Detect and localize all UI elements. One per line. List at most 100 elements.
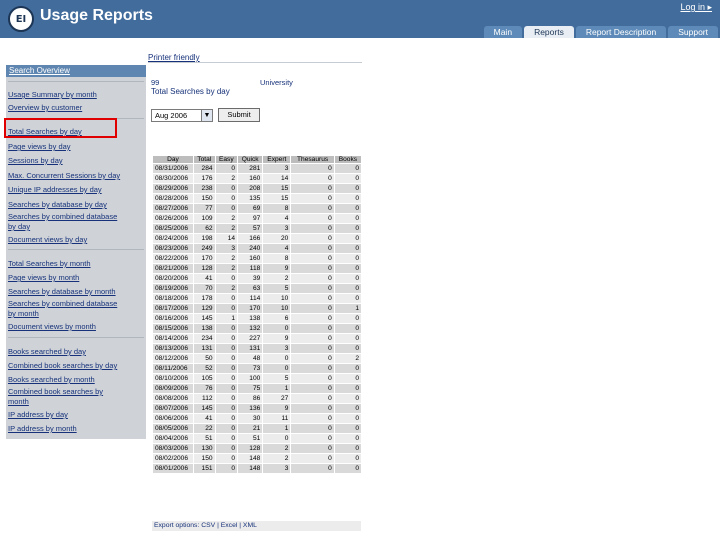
- table-cell: 0: [333, 413, 363, 424]
- table-body: 08/31/2006 284 0 281 3 0 0 08/30/2006 176 2 160 14 0…: [152, 163, 363, 474]
- sidebar-item-searches-combined-day-cont[interactable]: by day: [8, 222, 146, 232]
- table-row: 08/11/2006 52 0 73 0 0 0: [152, 363, 363, 374]
- table-cell: 150: [193, 193, 216, 204]
- table-cell: 227: [237, 333, 264, 344]
- table-cell: 0: [290, 193, 335, 204]
- table-cell: 0: [333, 293, 363, 304]
- table-cell: 0: [290, 183, 335, 194]
- sidebar-item-ip-address-month[interactable]: IP address by month: [8, 424, 146, 434]
- sidebar-item-document-views-month[interactable]: Document views by month: [8, 322, 146, 332]
- table-cell: 15: [262, 183, 292, 194]
- month-select[interactable]: Aug 2006 ▼: [151, 109, 213, 122]
- table-cell: 0: [290, 203, 335, 214]
- table-cell: 0: [333, 273, 363, 284]
- sidebar-item-document-views-day[interactable]: Document views by day: [8, 235, 146, 245]
- column-header: Books: [333, 155, 363, 164]
- tab-main[interactable]: Main: [483, 26, 523, 38]
- sidebar-item-overview-by-customer[interactable]: Overview by customer: [8, 103, 146, 113]
- export-options[interactable]: Export options: CSV | Excel | XML: [152, 521, 361, 531]
- table-cell: 0: [333, 243, 363, 254]
- table-cell: 39: [237, 273, 264, 284]
- table-cell: 148: [237, 463, 264, 474]
- table-cell: 41: [193, 413, 216, 424]
- sidebar-item-combined-book-day[interactable]: Combined book searches by day: [8, 361, 146, 371]
- sidebar-item-searches-database-day[interactable]: Searches by database by day: [8, 200, 146, 210]
- chevron-down-icon[interactable]: ▼: [201, 110, 212, 121]
- table-cell: 30: [237, 413, 264, 424]
- sidebar-item-page-views-day[interactable]: Page views by day: [8, 142, 146, 152]
- table-cell: 2: [214, 173, 239, 184]
- table-cell-day: 08/11/2006: [152, 363, 194, 374]
- login-link[interactable]: Log in ▸: [680, 2, 712, 13]
- table-cell: 166: [237, 233, 264, 244]
- table-cell: 0: [333, 333, 363, 344]
- sidebar-item-searches-combined-day[interactable]: Searches by combined database: [8, 212, 146, 222]
- table-cell: 0: [290, 253, 335, 264]
- sidebar-item-total-searches-month[interactable]: Total Searches by month: [8, 259, 146, 269]
- table-cell: 63: [237, 283, 264, 294]
- table-cell: 151: [193, 463, 216, 474]
- table-cell: 0: [214, 163, 239, 174]
- sidebar-item-books-searched-month[interactable]: Books searched by month: [8, 375, 146, 385]
- sidebar-item-searches-database-month[interactable]: Searches by database by month: [8, 287, 146, 297]
- table-cell: 0: [333, 433, 363, 444]
- table-cell: 0: [214, 423, 239, 434]
- table-cell: 240: [237, 243, 264, 254]
- logo-icon: EI: [8, 6, 34, 32]
- table-cell: 2: [214, 213, 239, 224]
- table-cell: 0: [333, 223, 363, 234]
- table-cell-day: 08/30/2006: [152, 173, 194, 184]
- table-cell: 3: [262, 463, 292, 474]
- tab-support[interactable]: Support: [668, 26, 718, 38]
- table-cell: 4: [262, 243, 292, 254]
- sidebar-item-usage-summary[interactable]: Usage Summary by month: [8, 90, 146, 100]
- column-header: Total: [193, 155, 216, 164]
- table-cell-day: 08/22/2006: [152, 253, 194, 264]
- sidebar-item-unique-ip-day[interactable]: Unique IP addresses by day: [8, 185, 146, 195]
- table-row: 08/21/2006 128 2 118 9 0 0: [152, 263, 363, 274]
- sidebar-item-sessions-day[interactable]: Sessions by day: [8, 156, 146, 166]
- tab-reports[interactable]: Reports: [524, 26, 574, 38]
- table-cell-day: 08/01/2006: [152, 463, 194, 474]
- sidebar-title[interactable]: Search Overview: [6, 65, 146, 77]
- table-cell: 0: [290, 303, 335, 314]
- table-cell: 284: [193, 163, 216, 174]
- sidebar-item-combined-book-month[interactable]: Combined book searches by: [8, 387, 146, 397]
- sidebar-item-ip-address-day[interactable]: IP address by day: [8, 410, 146, 420]
- table-cell-day: 08/27/2006: [152, 203, 194, 214]
- table-cell: 0: [262, 323, 292, 334]
- institution-id: 99: [151, 78, 160, 87]
- table-cell-day: 08/18/2006: [152, 293, 194, 304]
- table-cell: 0: [290, 413, 335, 424]
- sidebar-item-searches-combined-month[interactable]: Searches by combined database: [8, 299, 146, 309]
- table-cell: 249: [193, 243, 216, 254]
- table-cell: 0: [214, 463, 239, 474]
- table-cell: 75: [237, 383, 264, 394]
- divider: [8, 249, 144, 250]
- tab-report-description[interactable]: Report Description: [575, 26, 667, 38]
- table-row: 08/15/2006 138 0 132 0 0 0: [152, 323, 363, 334]
- sidebar-item-books-searched-day[interactable]: Books searched by day: [8, 347, 146, 357]
- table-cell: 0: [333, 233, 363, 244]
- sidebar-item-max-sessions-day[interactable]: Max. Concurrent Sessions by day: [8, 171, 146, 181]
- printer-friendly-link[interactable]: Printer friendly: [148, 53, 200, 62]
- table-cell: 0: [290, 213, 335, 224]
- table-cell: 0: [214, 413, 239, 424]
- table-cell-day: 08/31/2006: [152, 163, 194, 174]
- sidebar-item-searches-combined-month-cont[interactable]: by month: [8, 309, 146, 319]
- sidebar-item-combined-book-month-cont[interactable]: month: [8, 397, 146, 407]
- table-cell: 52: [193, 363, 216, 374]
- table-cell: 8: [262, 203, 292, 214]
- column-header: Thesaurus: [290, 155, 335, 164]
- table-cell: 2: [214, 283, 239, 294]
- table-cell: 281: [237, 163, 264, 174]
- submit-button[interactable]: Submit: [218, 108, 260, 122]
- sidebar-item-page-views-month[interactable]: Page views by month: [8, 273, 146, 283]
- table-row: 08/08/2006 112 0 86 27 0 0: [152, 393, 363, 404]
- table-cell: 70: [193, 283, 216, 294]
- table-cell-day: 08/24/2006: [152, 233, 194, 244]
- table-cell: 0: [214, 323, 239, 334]
- table-row: 08/03/2006 130 0 128 2 0 0: [152, 443, 363, 454]
- table-cell: 0: [214, 453, 239, 464]
- table-cell: 2: [214, 263, 239, 274]
